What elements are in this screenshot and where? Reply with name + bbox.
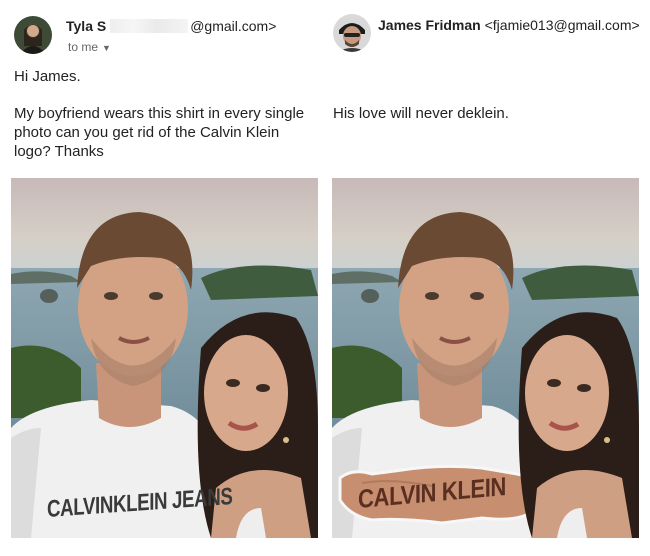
reply-body: His love will never deklein. [333, 105, 509, 122]
replier-name[interactable]: James Fridman [378, 17, 481, 33]
recipient-label: to me [68, 40, 99, 54]
edited-photo: CALVIN KLEIN [332, 178, 639, 538]
replier-email: <fjamie013@gmail.com> [484, 17, 640, 33]
replier-line: James Fridman <fjamie013@gmail.com> [378, 17, 640, 33]
redacted-email [110, 19, 189, 33]
sender-avatar[interactable] [14, 16, 52, 54]
greeting: Hi James. [14, 68, 81, 85]
sender-line: Tyla S @gmail.com> [66, 18, 276, 34]
recipient-line[interactable]: to me ▼ [68, 40, 111, 54]
original-photo: CALVINKLEIN JEANS [11, 178, 318, 538]
message-body: My boyfriend wears this shirt in every s… [14, 105, 305, 160]
sender-email: @gmail.com> [190, 18, 277, 34]
replier-avatar[interactable] [333, 14, 371, 52]
sender-name[interactable]: Tyla S [66, 18, 106, 34]
chevron-down-icon[interactable]: ▼ [102, 43, 111, 53]
